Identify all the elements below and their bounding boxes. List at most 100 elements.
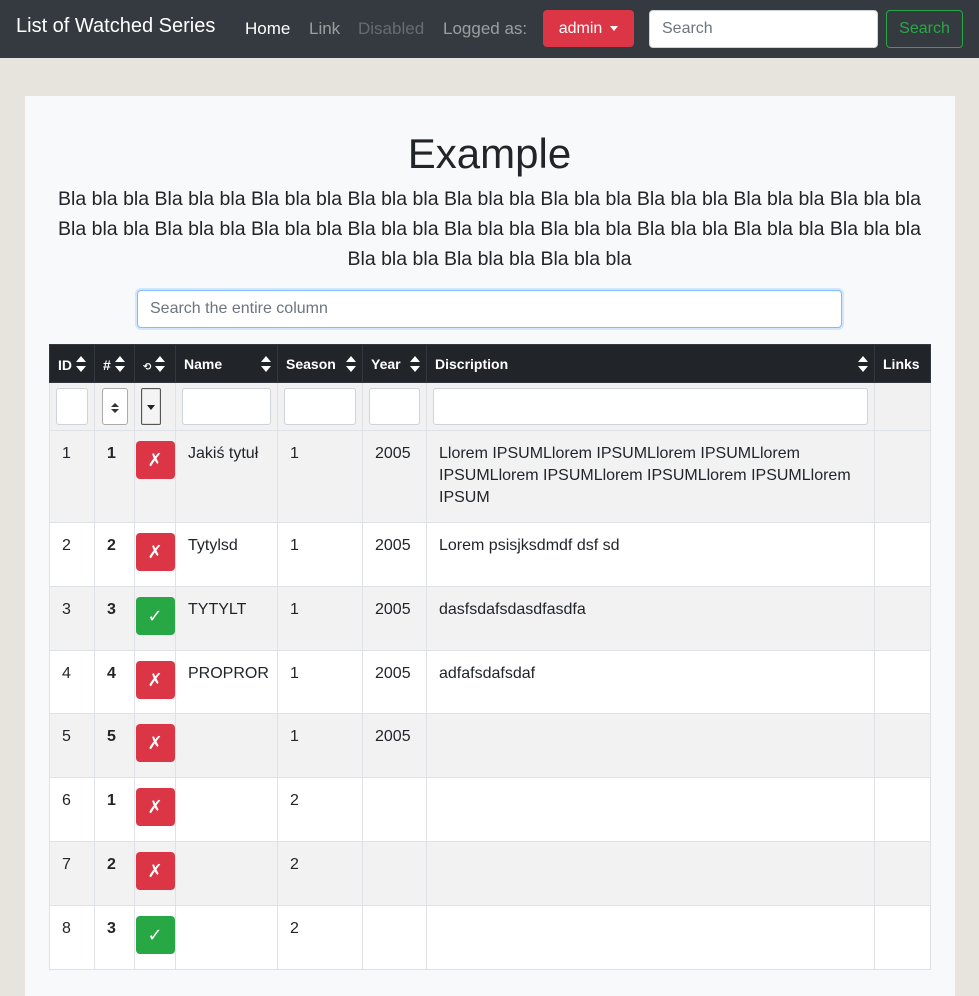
watched-check-button[interactable]: ✓ <box>135 916 175 954</box>
sort-icon <box>114 356 125 372</box>
sort-icon <box>76 356 86 372</box>
filter-year-input[interactable] <box>369 388 420 425</box>
page-title: Example <box>407 130 572 177</box>
header-year-label: Year <box>371 355 401 372</box>
filter-status-dropdown[interactable] <box>141 388 161 425</box>
navbar-brand[interactable]: List of Watched Series <box>16 15 215 38</box>
cell-season: 1 <box>277 522 363 587</box>
nav-link-home[interactable]: Home <box>245 19 290 39</box>
table-row: 1 1 ✗ Jakiś tytuł 1 2005 Llorem IPSUMLlorem IP… <box>49 430 931 523</box>
cell-links <box>874 522 931 587</box>
cell-name: PROPROR <box>175 650 278 714</box>
cell-status: ✗ <box>134 777 176 842</box>
header-name[interactable]: Name <box>175 344 278 383</box>
cell-name: Tytylsd <box>175 522 278 587</box>
cell-links <box>874 586 931 651</box>
unwatched-x-button[interactable]: ✗ <box>135 661 175 699</box>
cell-name: Jakiś tytuł <box>175 430 278 523</box>
logged-as-label: Logged as: <box>443 19 528 38</box>
page-lead-text: Bla bla bla Bla bla bla Bla bla bla Bla … <box>58 188 921 270</box>
header-year[interactable]: Year <box>362 344 427 383</box>
cell-year: 2005 <box>362 430 427 523</box>
cell-description: dasfsdafsdasdfasdfa <box>426 586 875 651</box>
cell-id: 1 <box>49 430 95 523</box>
cell-links <box>874 650 931 714</box>
cell-number: 2 <box>94 522 135 587</box>
navbar-search-button[interactable]: Search <box>886 10 963 48</box>
cell-id: 7 <box>49 841 95 906</box>
cell-id: 4 <box>49 650 95 714</box>
header-status[interactable]: ⟲ <box>134 344 176 383</box>
cell-links <box>874 841 931 906</box>
navbar-search-input[interactable] <box>649 10 878 48</box>
table-row: 5 5 ✗ 1 2005 <box>49 713 931 778</box>
cell-id: 6 <box>49 777 95 842</box>
cell-status: ✗ <box>134 522 176 587</box>
filter-season-input[interactable] <box>284 388 356 425</box>
cell-id: 5 <box>49 713 95 778</box>
sort-icon <box>261 356 271 372</box>
table-row: 2 2 ✗ Tytylsd 1 2005 Lorem psisjksdmdf dsf sd <box>49 522 931 587</box>
unwatched-x-button[interactable]: ✗ <box>135 788 175 826</box>
header-links: Links <box>874 344 931 383</box>
user-dropdown-button[interactable]: admin <box>543 10 634 47</box>
unwatched-x-button[interactable]: ✗ <box>135 724 175 762</box>
sort-updown-icon <box>110 403 119 413</box>
header-description[interactable]: Discription <box>426 344 875 383</box>
nav-link-link[interactable]: Link <box>309 19 340 39</box>
cell-id: 2 <box>49 522 95 587</box>
cell-year <box>362 777 427 842</box>
cell-season: 2 <box>277 905 363 970</box>
header-description-label: Discription <box>435 355 509 372</box>
cell-year: 2005 <box>362 650 427 714</box>
cell-season: 1 <box>277 650 363 714</box>
unwatched-x-button[interactable]: ✗ <box>135 533 175 571</box>
header-season[interactable]: Season <box>277 344 363 383</box>
cell-season: 1 <box>277 713 363 778</box>
cell-number: 5 <box>94 713 135 778</box>
sort-icon <box>858 356 868 372</box>
cell-number: 1 <box>94 430 135 523</box>
cell-id: 3 <box>49 586 95 651</box>
cell-name <box>175 905 278 970</box>
series-table: ID # ⟲ Name Season Year Discription Link… <box>49 344 931 970</box>
header-number-label: # <box>103 357 111 373</box>
cell-season: 1 <box>277 586 363 651</box>
header-id-label: ID <box>58 357 72 373</box>
cell-year: 2005 <box>362 586 427 651</box>
table-body: 1 1 ✗ Jakiś tytuł 1 2005 Llorem IPSUMLlorem IP… <box>49 430 931 970</box>
navbar: List of Watched Series Home Link Disable… <box>0 0 979 58</box>
table-header-row: ID # ⟲ Name Season Year Discription Link… <box>49 344 931 383</box>
cell-description <box>426 713 875 778</box>
cell-season: 2 <box>277 841 363 906</box>
cell-links <box>874 713 931 778</box>
sort-icon <box>155 356 166 372</box>
cell-year <box>362 841 427 906</box>
cell-season: 2 <box>277 777 363 842</box>
column-search-input[interactable] <box>137 290 842 328</box>
cell-year: 2005 <box>362 522 427 587</box>
filter-name-input[interactable] <box>182 388 271 425</box>
cell-year <box>362 905 427 970</box>
header-number[interactable]: # <box>94 344 135 383</box>
cell-description <box>426 905 875 970</box>
watched-check-button[interactable]: ✓ <box>135 597 175 635</box>
table-row: 3 3 ✓ TYTYLT 1 2005 dasfsdafsdasdfasdfa <box>49 586 931 651</box>
unwatched-x-button[interactable]: ✗ <box>135 852 175 890</box>
sort-icon <box>410 356 420 372</box>
filter-number-select[interactable] <box>101 388 128 425</box>
unwatched-x-button[interactable]: ✗ <box>135 441 175 479</box>
sort-icon <box>346 356 356 372</box>
table-row: 8 3 ✓ 2 <box>49 905 931 970</box>
cell-description <box>426 777 875 842</box>
filter-id-input[interactable] <box>56 388 88 425</box>
cell-status: ✗ <box>134 841 176 906</box>
cell-description: Llorem IPSUMLlorem IPSUMLlorem IPSUMLlor… <box>426 430 875 523</box>
header-id[interactable]: ID <box>49 344 95 383</box>
cell-links <box>874 905 931 970</box>
table-row: 4 4 ✗ PROPROR 1 2005 adfafsdafsdaf <box>49 650 931 714</box>
header-season-label: Season <box>286 355 336 372</box>
filter-description-input[interactable] <box>433 388 868 425</box>
cell-year: 2005 <box>362 713 427 778</box>
cell-number: 3 <box>94 586 135 651</box>
